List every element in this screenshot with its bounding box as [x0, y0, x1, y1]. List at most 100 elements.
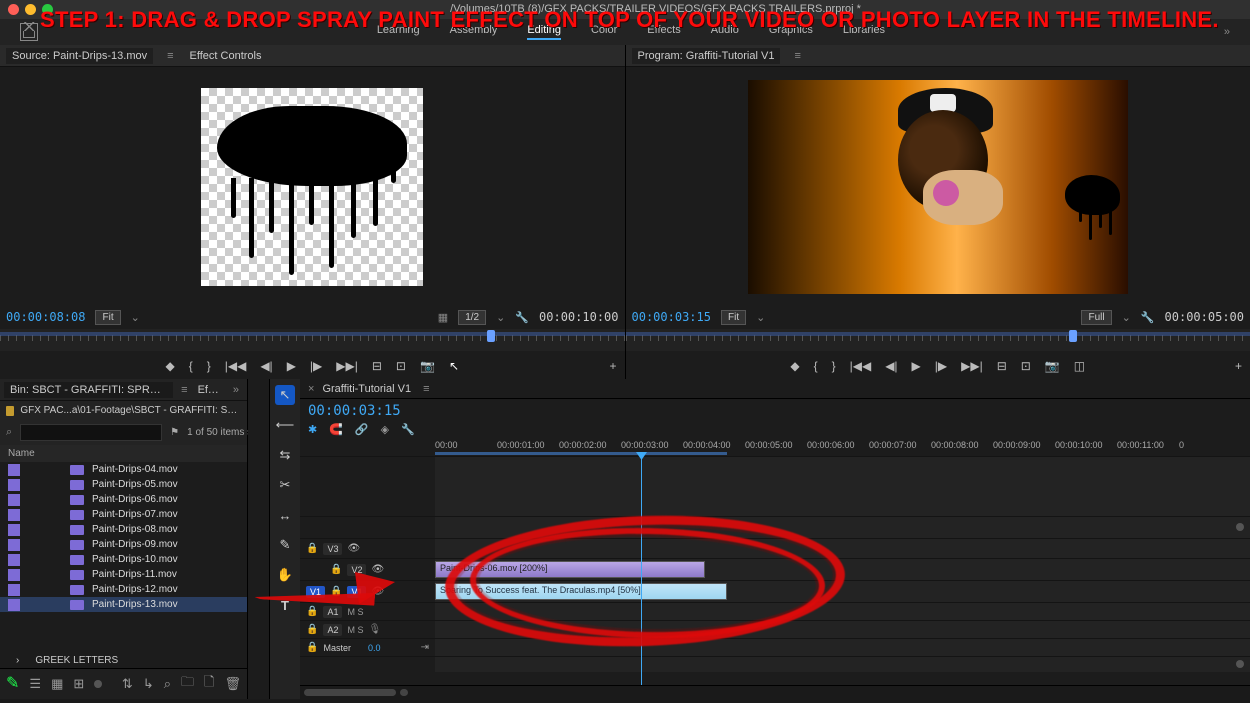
step-forward-icon[interactable]: |▶	[310, 359, 322, 373]
workspace-effects[interactable]: Effects	[647, 24, 680, 40]
overflow-icon[interactable]: »	[1224, 26, 1230, 38]
new-item-icon[interactable]: ✎	[6, 678, 19, 690]
delete-icon[interactable]: 🗑	[224, 676, 241, 692]
panel-menu-icon[interactable]: ≡	[167, 50, 173, 62]
marker-span-icon[interactable]: ◈	[381, 423, 389, 436]
automate-icon[interactable]: ↳	[143, 676, 154, 692]
track-v1-label[interactable]: V1	[347, 586, 366, 598]
timeline-timecode[interactable]: 00:00:03:15	[308, 403, 401, 419]
track-a2-label[interactable]: A2	[323, 624, 342, 636]
track-master-label[interactable]: Master	[323, 643, 351, 653]
workspace-color[interactable]: Color	[591, 24, 617, 40]
timeline-horizontal-scroll[interactable]	[300, 685, 1250, 699]
timeline-playhead[interactable]	[641, 456, 642, 685]
sequence-tab[interactable]: Graffiti-Tutorial V1	[322, 383, 411, 395]
playhead-jump-icon[interactable]: ⇥	[421, 642, 429, 653]
project-item[interactable]: Paint-Drips-12.mov	[0, 582, 247, 597]
mark-in-icon[interactable]: {	[189, 359, 193, 373]
project-item[interactable]: Paint-Drips-05.mov	[0, 477, 247, 492]
project-item-list[interactable]: Paint-Drips-04.movPaint-Drips-05.mov Pain…	[0, 462, 247, 653]
nest-toggle-icon[interactable]: ✱	[308, 423, 317, 436]
project-search-input[interactable]	[20, 424, 162, 441]
icon-view-icon[interactable]: ▦	[51, 676, 63, 692]
source-viewer[interactable]	[0, 67, 625, 307]
comparison-view-icon[interactable]: ◫	[1074, 359, 1085, 373]
toggle-output-icon[interactable]: 👁	[347, 543, 360, 554]
step-forward-icon[interactable]: |▶	[935, 359, 947, 373]
workspace-libraries[interactable]: Libraries	[843, 24, 885, 40]
effect-controls-tab[interactable]: Effect Controls	[184, 48, 268, 64]
panel-menu-icon[interactable]: ≡	[794, 50, 800, 62]
program-timecode[interactable]: 00:00:03:15	[632, 310, 711, 324]
workspace-learning[interactable]: Learning	[377, 24, 420, 40]
timeline-settings-icon[interactable]: 🔧	[401, 423, 415, 436]
close-sequence-icon[interactable]: ×	[308, 383, 314, 395]
v-scroll-handle[interactable]	[1236, 523, 1244, 531]
mark-out-icon[interactable]: }	[832, 359, 836, 373]
add-marker-icon[interactable]: ◆	[165, 359, 174, 373]
add-marker-icon[interactable]: ◆	[790, 359, 799, 373]
clip-v2[interactable]: Paint-Drips-06.mov [200%]	[435, 561, 705, 578]
track-v3-label[interactable]: V3	[323, 543, 342, 555]
settings-icon[interactable]: 🔧	[515, 311, 529, 324]
source-resolution-select[interactable]: 1/2	[458, 310, 486, 325]
slip-tool-icon[interactable]: ↔	[275, 505, 295, 525]
button-editor-icon[interactable]: +	[609, 359, 616, 373]
panel-menu-icon[interactable]: ≡	[423, 383, 429, 395]
project-item[interactable]: Paint-Drips-13.mov	[0, 597, 247, 612]
hand-tool-icon[interactable]: ✋	[275, 565, 295, 585]
source-tab[interactable]: Source: Paint-Drips-13.mov	[6, 48, 153, 64]
ripple-edit-tool-icon[interactable]: ⇆	[275, 445, 295, 465]
go-to-in-icon[interactable]: |◀◀	[850, 359, 872, 373]
column-name[interactable]: Name	[8, 448, 35, 459]
toggle-output-icon[interactable]: 👁	[371, 564, 384, 575]
project-item[interactable]: Paint-Drips-08.mov	[0, 522, 247, 537]
folder-name[interactable]: GREEK LETTERS	[35, 655, 118, 666]
go-to-out-icon[interactable]: ▶▶|	[336, 359, 358, 373]
toggle-output-icon[interactable]: 👁	[371, 586, 384, 597]
play-icon[interactable]: ▶	[287, 359, 296, 373]
lift-icon[interactable]: ⊟	[997, 359, 1007, 373]
clip-v1[interactable]: Soaring To Success feat. The Draculas.mp…	[435, 583, 727, 600]
timeline-scroll-thumb[interactable]	[306, 689, 396, 696]
extract-icon[interactable]: ⊡	[1021, 359, 1031, 373]
mark-in-icon[interactable]: {	[814, 359, 818, 373]
go-to-out-icon[interactable]: ▶▶|	[961, 359, 983, 373]
project-bin-tab[interactable]: Bin: SBCT - GRAFFITI: SPRAY PAINT PNG PA…	[4, 382, 173, 398]
overflow-icon[interactable]: »	[229, 384, 243, 396]
go-to-in-icon[interactable]: |◀◀	[225, 359, 247, 373]
disclosure-icon[interactable]: ›	[16, 655, 19, 666]
project-item[interactable]: Paint-Drips-04.mov	[0, 462, 247, 477]
program-timeline-ruler[interactable]	[626, 329, 1250, 351]
timeline-body[interactable]: 🔒V3👁 V2 🔒 V2 👁 Paint-Drips-06.mov [200%]…	[300, 456, 1250, 685]
source-timecode[interactable]: 00:00:08:08	[6, 310, 85, 324]
pen-tool-icon[interactable]: ✎	[275, 535, 295, 555]
list-view-icon[interactable]: ☰	[29, 676, 41, 692]
v-scroll-handle[interactable]	[1236, 660, 1244, 668]
master-value[interactable]: 0.0	[368, 643, 381, 653]
new-item-menu-icon[interactable]: 🗋	[204, 673, 214, 695]
safe-margins-icon[interactable]: ▦	[438, 311, 448, 324]
source-patch-v1[interactable]: V1	[306, 586, 325, 598]
lock-icon[interactable]: 🔒	[330, 586, 342, 597]
overwrite-icon[interactable]: ⊡	[396, 359, 406, 373]
voice-over-icon[interactable]: 🎙	[368, 624, 381, 635]
lock-icon[interactable]: 🔒	[306, 606, 318, 617]
play-icon[interactable]: ▶	[912, 359, 921, 373]
button-editor-icon[interactable]: +	[1235, 359, 1242, 373]
workspace-editing[interactable]: Editing	[527, 24, 561, 40]
new-bin-icon[interactable]: 🗀	[181, 673, 194, 695]
project-item[interactable]: Paint-Drips-07.mov	[0, 507, 247, 522]
workspace-audio[interactable]: Audio	[711, 24, 739, 40]
program-playhead[interactable]	[1069, 330, 1077, 342]
sort-icon[interactable]: ⇅	[122, 676, 133, 692]
window-minimize[interactable]	[25, 4, 36, 15]
project-item[interactable]: Paint-Drips-11.mov	[0, 567, 247, 582]
step-back-icon[interactable]: ◀|	[260, 359, 272, 373]
source-zoom-select[interactable]: Fit	[95, 310, 120, 325]
source-timeline-ruler[interactable]	[0, 329, 625, 351]
razor-tool-icon[interactable]: ✂	[275, 475, 295, 495]
track-select-tool-icon[interactable]: ⟵	[275, 415, 295, 435]
home-icon[interactable]	[20, 23, 38, 41]
program-resolution-select[interactable]: Full	[1081, 310, 1111, 325]
